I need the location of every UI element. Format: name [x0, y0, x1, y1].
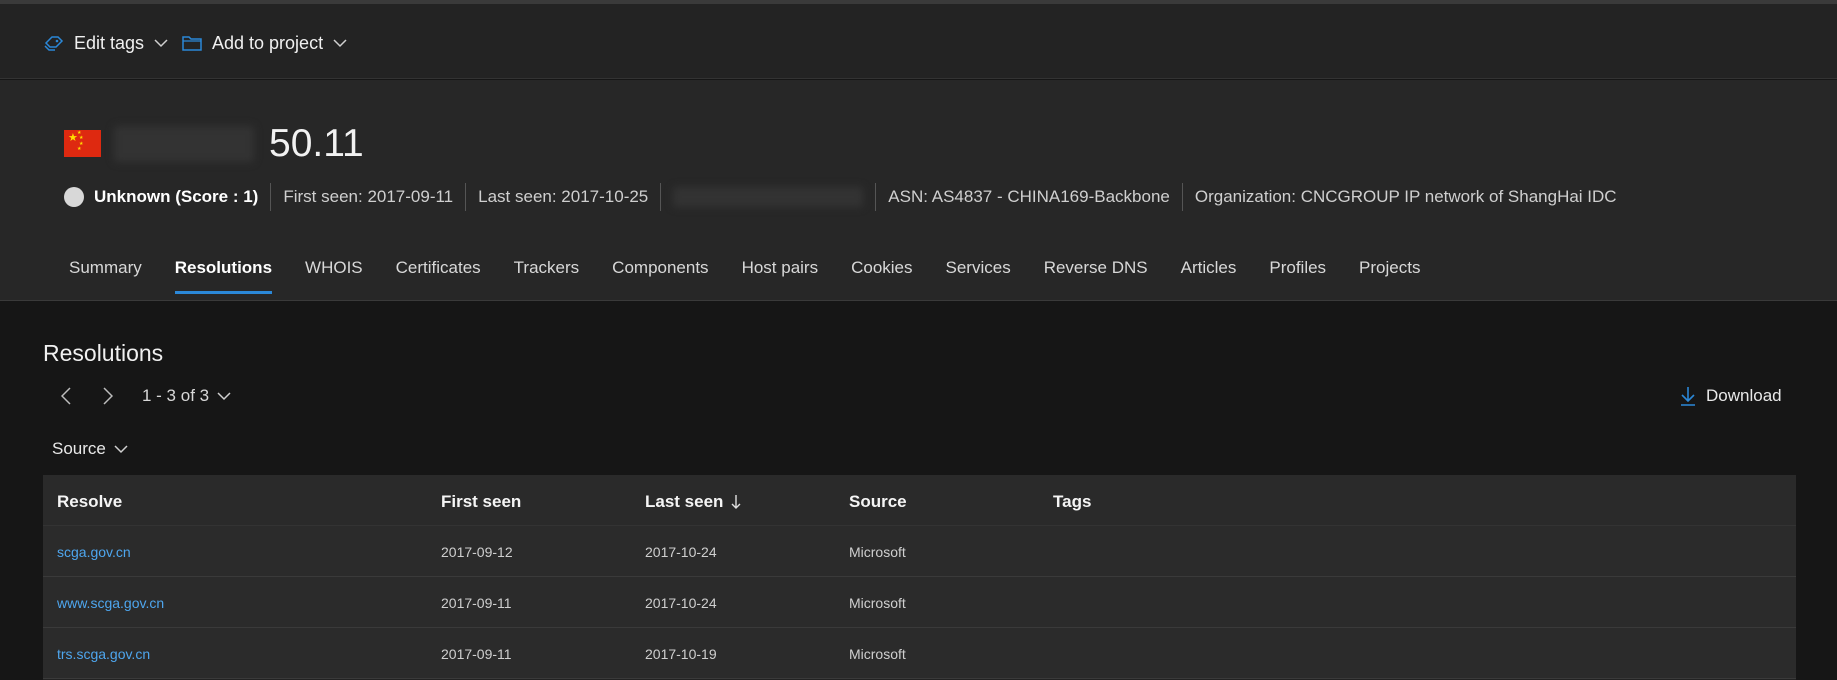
divider	[875, 183, 877, 211]
table-header: Resolve First seen Last seen Source Tags	[43, 475, 1796, 526]
chevron-down-icon	[154, 38, 168, 48]
chevron-down-icon	[217, 391, 231, 400]
first-seen-cell: 2017-09-12	[441, 544, 513, 560]
source-filter-dropdown[interactable]: Source	[52, 437, 128, 461]
tab-summary[interactable]: Summary	[57, 252, 154, 300]
next-page-button[interactable]	[98, 384, 118, 408]
edit-tags-button[interactable]: Edit tags	[44, 30, 168, 56]
chevron-left-icon	[61, 387, 71, 405]
download-icon	[1681, 387, 1695, 406]
tab-components[interactable]: Components	[600, 252, 720, 300]
divider	[1181, 183, 1183, 211]
reputation-status-icon	[64, 187, 84, 207]
tab-projects[interactable]: Projects	[1347, 252, 1432, 300]
source-filter-label: Source	[52, 439, 106, 458]
reputation-score: Unknown (Score : 1)	[94, 187, 259, 206]
first-seen: First seen: 2017-09-11	[283, 187, 454, 206]
asn: ASN: AS4837 - CHINA169-Backbone	[888, 187, 1170, 206]
divider	[270, 183, 272, 211]
folder-icon	[182, 35, 202, 51]
tab-resolutions[interactable]: Resolutions	[163, 252, 284, 300]
column-header-resolve[interactable]: Resolve	[57, 492, 122, 512]
download-label: Download	[1706, 386, 1782, 405]
resolve-link[interactable]: www.scga.gov.cn	[57, 595, 164, 611]
sort-descending-icon	[731, 495, 741, 509]
last-seen-cell: 2017-10-24	[645, 595, 717, 611]
ip-header: ★ ★ ★ ★ ★ 50.11 Unknown (Score : 1) Firs…	[0, 80, 1837, 301]
page-range-dropdown[interactable]: 1 - 3 of 3	[142, 386, 231, 406]
divider	[660, 183, 662, 211]
edit-tags-label: Edit tags	[74, 32, 145, 53]
source-cell: Microsoft	[849, 544, 906, 560]
source-cell: Microsoft	[849, 595, 906, 611]
chevron-down-icon	[114, 444, 128, 453]
column-header-last-seen[interactable]: Last seen	[645, 492, 741, 512]
column-header-last-seen-label: Last seen	[645, 492, 724, 511]
resolve-link[interactable]: scga.gov.cn	[57, 544, 131, 560]
section-title: Resolutions	[43, 340, 164, 366]
tab-host-pairs[interactable]: Host pairs	[730, 252, 831, 300]
add-to-project-label: Add to project	[212, 32, 324, 53]
tab-articles[interactable]: Articles	[1169, 252, 1249, 300]
tab-certificates[interactable]: Certificates	[384, 252, 493, 300]
organization: Organization: CNCGROUP IP network of Sha…	[1194, 187, 1617, 206]
redacted-ip-prefix	[114, 126, 254, 162]
toolbar: Edit tags Add to project	[0, 4, 1837, 79]
divider	[465, 183, 467, 211]
last-seen: Last seen: 2017-10-25	[478, 187, 649, 206]
tab-cookies[interactable]: Cookies	[839, 252, 924, 300]
tab-profiles[interactable]: Profiles	[1257, 252, 1338, 300]
page-title: 50.11	[269, 122, 364, 165]
source-cell: Microsoft	[849, 646, 906, 662]
last-seen-cell: 2017-10-19	[645, 646, 717, 662]
tab-services[interactable]: Services	[934, 252, 1023, 300]
tab-bar: Summary Resolutions WHOIS Certificates T…	[57, 252, 1441, 300]
add-to-project-button[interactable]: Add to project	[182, 30, 347, 56]
last-seen-cell: 2017-10-24	[645, 544, 717, 560]
column-header-tags[interactable]: Tags	[1053, 492, 1091, 512]
column-header-first-seen[interactable]: First seen	[441, 492, 521, 512]
tab-whois[interactable]: WHOIS	[293, 252, 375, 300]
table-row: trs.scga.gov.cn 2017-09-11 2017-10-19 Mi…	[43, 628, 1796, 679]
table-row: scga.gov.cn 2017-09-12 2017-10-24 Micros…	[43, 526, 1796, 577]
table-row: www.scga.gov.cn 2017-09-11 2017-10-24 Mi…	[43, 577, 1796, 628]
resolve-link[interactable]: trs.scga.gov.cn	[57, 646, 150, 662]
first-seen-cell: 2017-09-11	[441, 595, 512, 611]
tab-trackers[interactable]: Trackers	[502, 252, 592, 300]
page-range-label: 1 - 3 of 3	[142, 386, 210, 405]
chevron-down-icon	[333, 38, 347, 48]
chevron-right-icon	[103, 387, 113, 405]
resolutions-table: Resolve First seen Last seen Source Tags…	[43, 475, 1796, 680]
first-seen-cell: 2017-09-11	[441, 646, 512, 662]
tab-reverse-dns[interactable]: Reverse DNS	[1032, 252, 1160, 300]
ip-metadata: Unknown (Score : 1) First seen: 2017-09-…	[64, 182, 1617, 212]
column-header-source[interactable]: Source	[849, 492, 907, 512]
pagination: 1 - 3 of 3	[56, 384, 231, 408]
tag-icon	[44, 34, 64, 52]
download-button[interactable]: Download	[1680, 383, 1782, 409]
redacted-value	[673, 187, 864, 207]
china-flag-icon: ★ ★ ★ ★ ★	[64, 130, 101, 157]
previous-page-button[interactable]	[56, 384, 76, 408]
